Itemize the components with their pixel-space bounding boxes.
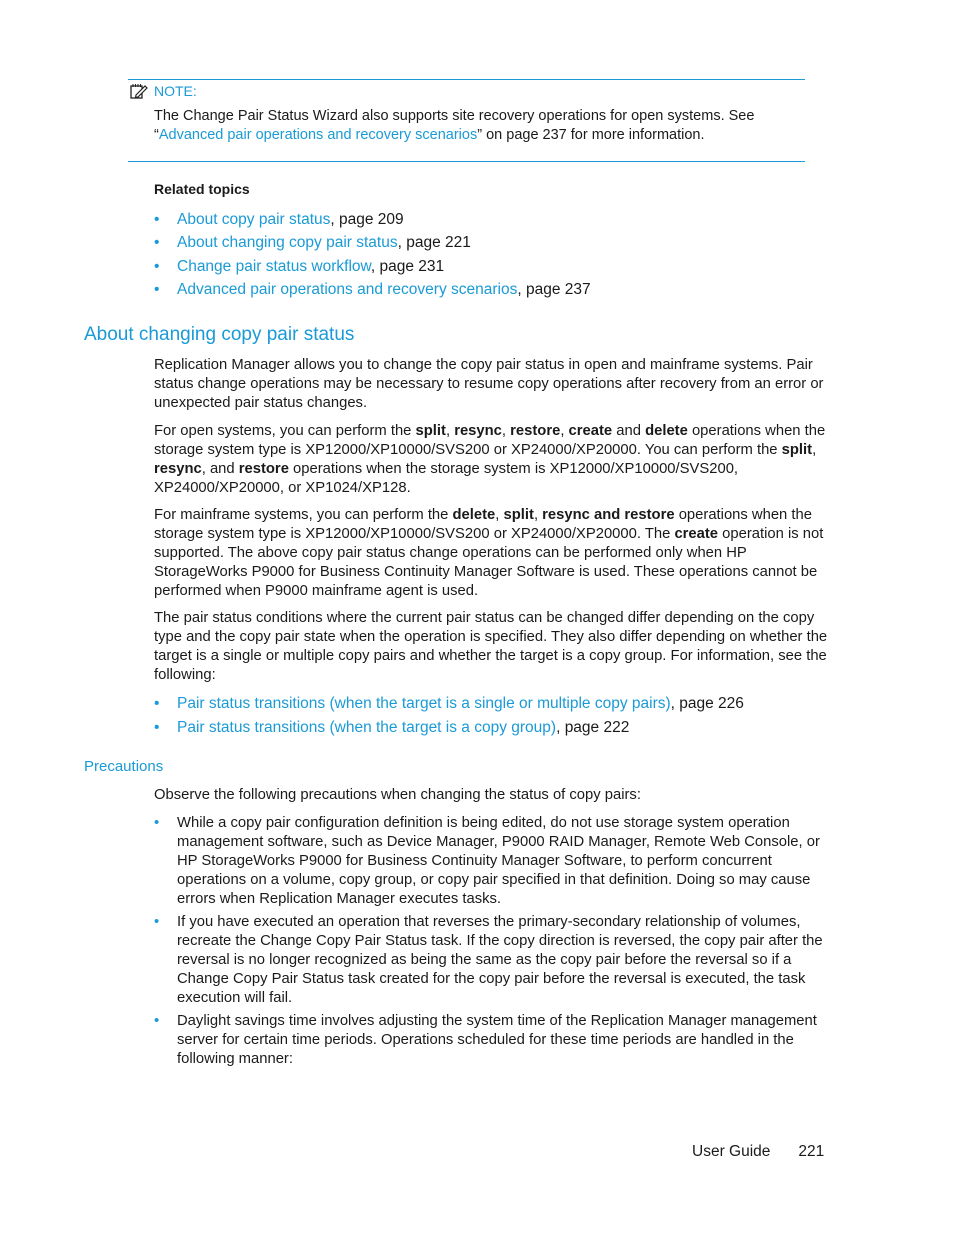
page-ref: , page 226	[670, 695, 744, 712]
text: ,	[560, 423, 569, 439]
bullet-icon: •	[154, 914, 160, 931]
precaution-text: If you have executed an operation that r…	[177, 914, 823, 1006]
precautions-heading: Precautions	[84, 758, 164, 775]
note-label: NOTE:	[154, 83, 197, 99]
section-heading: About changing copy pair status	[84, 324, 355, 345]
list-item: • About copy pair status, page 209	[154, 208, 591, 231]
note-text: The Change Pair Status Wizard also suppo…	[154, 107, 809, 145]
note-text-after: ” on page 237 for more information.	[477, 127, 705, 143]
bullet-icon: •	[154, 211, 160, 228]
list-item: • Daylight savings time involves adjustin…	[154, 1012, 830, 1069]
bold-term: delete	[645, 423, 688, 439]
bold-term: resync	[454, 423, 502, 439]
related-topics-title: Related topics	[154, 181, 250, 197]
link-transitions-single-multiple[interactable]: Pair status transitions (when the target…	[177, 695, 671, 712]
bullet-icon: •	[154, 815, 160, 831]
bold-term: create	[568, 423, 613, 439]
precautions-list: • While a copy pair configuration definit…	[154, 814, 830, 1073]
text: , and	[201, 460, 239, 477]
text: ,	[501, 423, 511, 439]
note-pencil-icon	[130, 84, 148, 99]
paragraph-intro: Replication Manager allows you to change…	[154, 357, 824, 411]
related-link-about-changing-copy-pair-status[interactable]: About changing copy pair status	[177, 234, 398, 251]
list-item: • While a copy pair configuration definit…	[154, 814, 830, 909]
bullet-icon: •	[154, 1013, 160, 1030]
bold-term: split	[781, 441, 813, 458]
precaution-text: Daylight savings time involves adjusting…	[177, 1013, 817, 1067]
bullet-icon: •	[154, 695, 160, 712]
bold-term: split	[503, 507, 534, 523]
text: ,	[445, 423, 455, 439]
related-link-advanced-pair-operations[interactable]: Advanced pair operations and recovery sc…	[177, 281, 517, 298]
list-item: • Pair status transitions (when the targe…	[154, 716, 744, 740]
paragraph-mainframe-systems: For mainframe systems, you can perform t…	[154, 506, 830, 601]
page-ref: , page 221	[397, 234, 471, 252]
paragraph-open-systems: For open systems, you can perform the sp…	[154, 422, 830, 498]
page-footer: User Guide 221	[692, 1143, 824, 1161]
related-link-about-copy-pair-status[interactable]: About copy pair status	[177, 211, 330, 228]
list-item: • About changing copy pair status, page 2…	[154, 231, 591, 254]
transitions-list: • Pair status transitions (when the targe…	[154, 692, 744, 740]
page-ref: , page 209	[330, 211, 404, 228]
page-ref: , page 222	[556, 719, 630, 736]
precautions-intro: Observe the following precautions when c…	[154, 787, 641, 803]
text: ,	[495, 507, 504, 523]
footer-guide-title: User Guide	[692, 1143, 771, 1160]
bullet-icon: •	[154, 719, 160, 736]
link-transitions-copy-group[interactable]: Pair status transitions (when the target…	[177, 719, 556, 736]
precaution-text: While a copy pair configuration definiti…	[177, 815, 820, 907]
text: ,	[533, 507, 543, 523]
list-item: • Advanced pair operations and recovery s…	[154, 278, 591, 301]
text: For mainframe systems, you can perform t…	[154, 507, 453, 523]
bullet-icon: •	[154, 257, 160, 275]
note-box: NOTE: The Change Pair Status Wizard also…	[128, 79, 805, 162]
note-link-advanced-pair-operations[interactable]: Advanced pair operations and recovery sc…	[159, 127, 477, 143]
text: ,	[812, 441, 817, 458]
bold-term: restore	[510, 423, 561, 439]
list-item: • Pair status transitions (when the targe…	[154, 692, 744, 716]
text: and	[612, 423, 646, 439]
bold-term: split	[415, 423, 446, 439]
page-number: 221	[798, 1143, 825, 1160]
text: For open systems, you can perform the	[154, 423, 416, 439]
bold-term: restore	[238, 460, 289, 477]
related-topics-list: • About copy pair status, page 209 • About…	[154, 208, 591, 302]
list-item: • If you have executed an operation that …	[154, 913, 830, 1008]
paragraph-pair-status-conditions: The pair status conditions where the cur…	[154, 610, 828, 683]
note-header: NOTE:	[130, 83, 197, 99]
bold-term: delete	[452, 507, 496, 523]
bold-term: resync	[154, 460, 202, 477]
bullet-icon: •	[154, 281, 160, 299]
page-ref: , page 237	[517, 281, 591, 299]
page-ref: , page 231	[370, 257, 445, 275]
list-item: • Change pair status workflow, page 231	[154, 255, 591, 278]
related-link-change-pair-status-workflow[interactable]: Change pair status workflow	[177, 258, 371, 275]
bold-term: create	[674, 525, 719, 542]
bold-term: resync and restore	[542, 507, 675, 523]
bullet-icon: •	[154, 234, 160, 252]
